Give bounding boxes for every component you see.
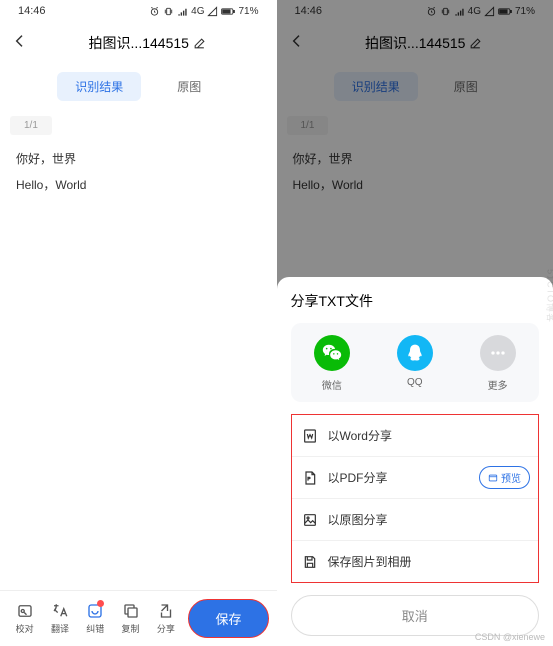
status-indicators: 4G 71%	[149, 6, 258, 17]
tab-result[interactable]: 识别结果	[57, 72, 141, 101]
page-title: 拍图识...144515	[30, 33, 265, 53]
notification-dot	[97, 600, 104, 607]
save-image-icon	[302, 554, 318, 570]
preview-button[interactable]: 预览	[479, 466, 530, 489]
tabs: 识别结果 原图	[0, 64, 277, 115]
header: 拍图识...144515	[0, 22, 277, 64]
text-line: 你好，世界	[16, 149, 261, 171]
copy-icon	[122, 602, 140, 620]
save-button[interactable]: 保存	[188, 599, 268, 638]
nav-proof[interactable]: 校对	[8, 602, 41, 635]
status-time: 14:46	[18, 5, 46, 17]
nav-correct[interactable]: 纠错	[79, 602, 112, 635]
pdf-icon	[302, 470, 318, 486]
qq-icon	[397, 335, 433, 371]
tab-original[interactable]: 原图	[159, 72, 219, 101]
share-options: 以Word分享 以PDF分享 预览 以原图分享 保存图片到相册	[291, 414, 540, 583]
share-sheet: 分享TXT文件 微信 QQ 更多	[277, 277, 553, 646]
wechat-icon	[314, 335, 350, 371]
back-button[interactable]	[12, 33, 30, 54]
opt-word[interactable]: 以Word分享	[292, 415, 539, 457]
watermark-side: 51CTO博客	[545, 269, 553, 323]
network-label: 4G	[191, 6, 204, 17]
signal-icon	[177, 6, 188, 17]
opt-image[interactable]: 以原图分享	[292, 499, 539, 541]
nav-copy[interactable]: 复制	[114, 602, 147, 635]
battery-icon	[221, 6, 235, 17]
edit-icon[interactable]	[193, 37, 206, 50]
battery-label: 71%	[238, 6, 258, 17]
word-icon	[302, 428, 318, 444]
translate-icon	[51, 602, 69, 620]
nav-share[interactable]: 分享	[149, 602, 182, 635]
cancel-button[interactable]: 取消	[291, 595, 540, 636]
share-more[interactable]: 更多	[480, 335, 516, 392]
page-counter: 1/1	[10, 116, 52, 135]
alarm-icon	[149, 6, 160, 17]
share-wechat[interactable]: 微信	[314, 335, 350, 392]
status-bar: 14:46 4G 71%	[0, 0, 277, 22]
nav-translate[interactable]: 翻译	[43, 602, 76, 635]
share-icon	[157, 602, 175, 620]
more-icon	[480, 335, 516, 371]
preview-icon	[488, 473, 498, 483]
vibrate-icon	[163, 6, 174, 17]
share-qq[interactable]: QQ	[397, 335, 433, 392]
bottom-bar: 校对 翻译 纠错 复制 分享 保存	[0, 590, 277, 646]
share-apps: 微信 QQ 更多	[291, 323, 540, 402]
image-icon	[302, 512, 318, 528]
content-area: 你好，世界 Hello，World	[0, 135, 277, 590]
opt-pdf[interactable]: 以PDF分享 预览	[292, 457, 539, 499]
opt-save-image[interactable]: 保存图片到相册	[292, 541, 539, 582]
signal2-icon	[207, 6, 218, 17]
text-line: Hello，World	[16, 175, 261, 197]
sheet-title: 分享TXT文件	[291, 291, 540, 311]
proof-icon	[16, 602, 34, 620]
watermark-bottom: CSDN @xienewe	[475, 632, 545, 642]
